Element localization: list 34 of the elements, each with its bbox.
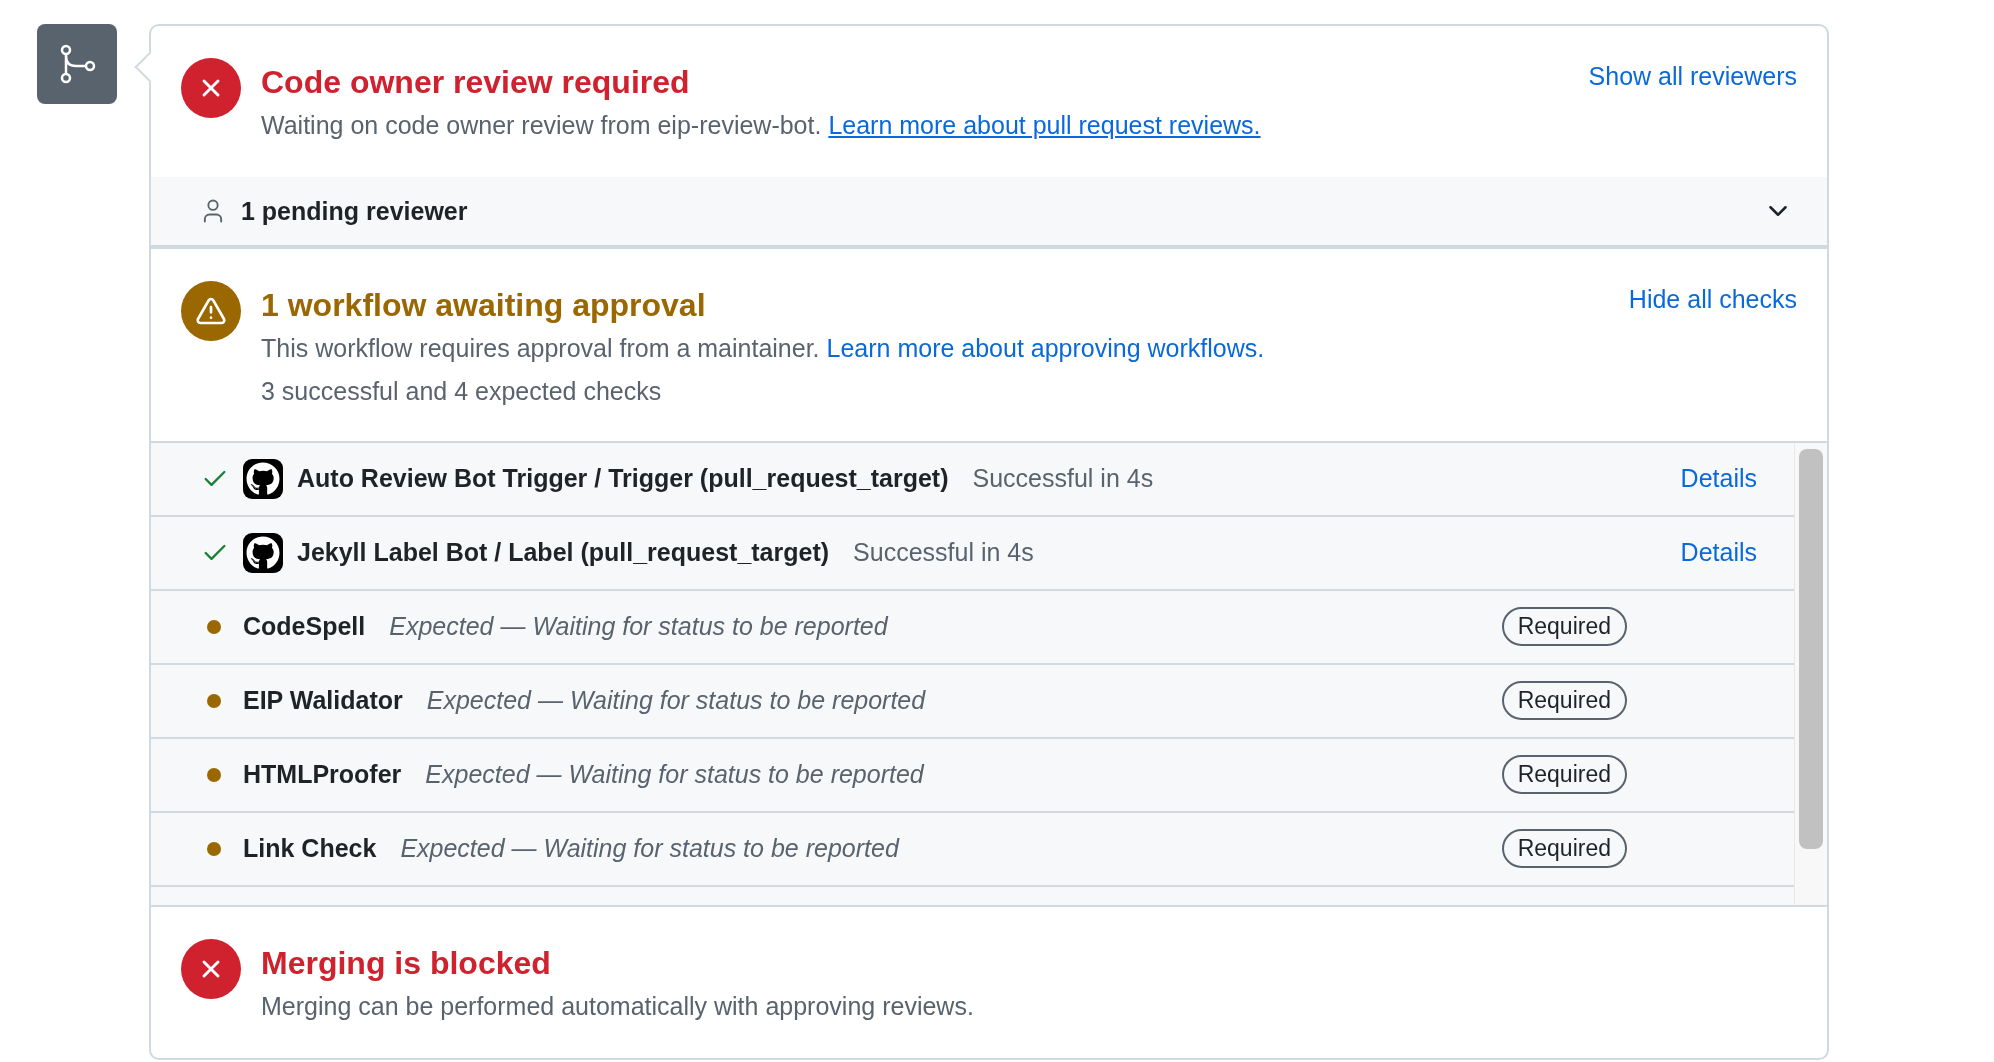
hide-checks-link[interactable]: Hide all checks <box>1628 285 1797 409</box>
check-status: Expected — Waiting for status to be reported <box>389 612 888 642</box>
section-description: This workflow requires approval from a maintainer. Learn more about approving workflows. <box>261 333 1266 365</box>
details-link[interactable]: Details <box>1680 464 1757 494</box>
required-label: Required <box>1501 681 1627 721</box>
app-logo-icon <box>243 458 283 499</box>
check-name: CodeSpell <box>243 612 366 642</box>
check-name: Link Check <box>243 834 377 864</box>
check-status: Successful in 4s <box>853 538 1034 568</box>
required-label: Required <box>1501 755 1627 795</box>
check-name: Auto Review Bot Trigger / Trigger (pull_request_target) <box>297 464 949 494</box>
section-title: Merging is blocked <box>261 944 552 982</box>
check-name: Jekyll Label Bot / Label (pull_request_target) <box>297 538 830 568</box>
learn-more-link[interactable]: Learn more about pull request reviews. <box>828 111 1261 139</box>
section-description: Merging can be performed automatically with approving reviews. <box>261 990 975 1022</box>
required-label: Required <box>1501 829 1627 869</box>
pending-reviewer-label: 1 pending reviewer <box>241 196 468 226</box>
check-name: EIP Walidator <box>243 686 403 716</box>
section-title: Code owner review required <box>261 64 691 101</box>
section-description: Waiting on code owner review from eip-review-bot. Learn more about pull request reviews. <box>261 110 1262 141</box>
app-logo-icon <box>243 532 283 573</box>
checks-summary: 3 successful and 4 expected checks <box>261 375 663 407</box>
check-status: Expected — Waiting for status to be reported <box>425 760 924 790</box>
check-status: Successful in 4s <box>972 464 1154 494</box>
check-name: HTMLProofer <box>243 760 402 790</box>
check-status: Expected — Waiting for status to be reported <box>426 686 926 716</box>
pending-reviewer-row[interactable]: 1 pending reviewer <box>151 177 1827 250</box>
learn-more-link[interactable]: Learn more about approving workflows. <box>826 334 1265 363</box>
details-link[interactable]: Details <box>1680 538 1757 568</box>
check-status: Expected — Waiting for status to be reported <box>400 834 899 864</box>
required-label: Required <box>1501 607 1627 647</box>
section-title: 1 workflow awaiting approval <box>261 287 707 325</box>
show-reviewers-link[interactable]: Show all reviewers <box>1588 62 1797 144</box>
scrollbar-thumb[interactable] <box>1799 448 1823 849</box>
